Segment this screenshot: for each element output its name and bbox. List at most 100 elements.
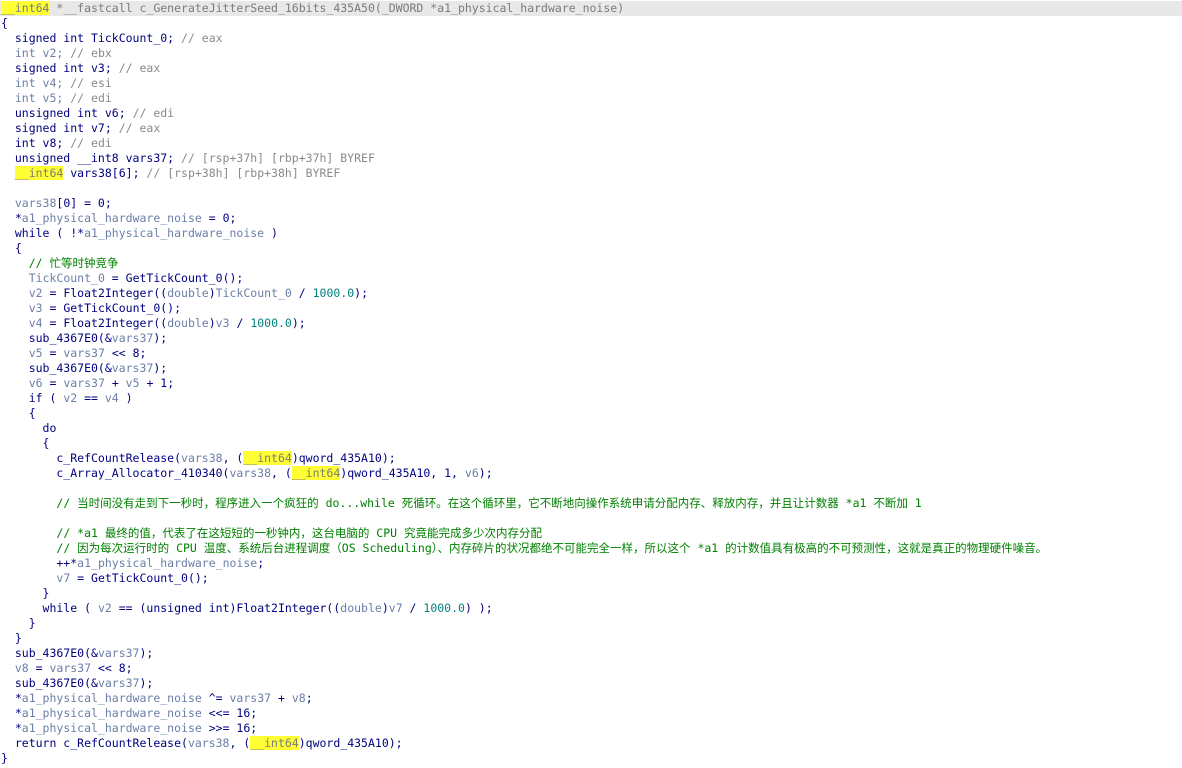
code-line[interactable]: int v8; // edi bbox=[0, 136, 1182, 151]
code-token: = 0; bbox=[201, 211, 237, 225]
code-token: = bbox=[28, 661, 50, 675]
code-line[interactable]: sub_4367E0(&vars37); bbox=[0, 331, 1182, 346]
code-token: , ( bbox=[229, 736, 251, 750]
code-line[interactable]: c_RefCountRelease(vars38, (__int64)qword… bbox=[0, 451, 1182, 466]
code-line[interactable]: { bbox=[0, 241, 1182, 256]
code-token: { bbox=[1, 406, 36, 420]
code-token: vars37 bbox=[97, 646, 140, 660]
code-line[interactable]: *a1_physical_hardware_noise ^= vars37 + … bbox=[0, 691, 1182, 706]
code-line[interactable]: ++*a1_physical_hardware_noise; bbox=[0, 556, 1182, 571]
code-line[interactable] bbox=[0, 481, 1182, 496]
code-token: vars37 bbox=[63, 346, 105, 360]
code-line[interactable]: TickCount_0 = GetTickCount_0(); bbox=[0, 271, 1182, 286]
code-line[interactable]: signed int v7; // eax bbox=[0, 121, 1182, 136]
code-line[interactable]: *a1_physical_hardware_noise <<= 16; bbox=[0, 706, 1182, 721]
code-line[interactable]: *a1_physical_hardware_noise >>= 16; bbox=[0, 721, 1182, 736]
code-token: TickCount_0 bbox=[215, 286, 292, 300]
code-token: v5 bbox=[28, 346, 43, 360]
code-line[interactable]: } bbox=[0, 616, 1182, 631]
code-token: ); bbox=[139, 646, 154, 660]
code-line[interactable]: vars38[0] = 0; bbox=[0, 196, 1182, 211]
code-token: v8 bbox=[14, 661, 29, 675]
code-line[interactable]: v5 = vars37 << 8; bbox=[0, 346, 1182, 361]
code-token: a1_physical_hardware_noise bbox=[84, 226, 265, 240]
code-line[interactable]: __int64 vars38[6]; // [rsp+38h] [rbp+38h… bbox=[0, 166, 1182, 181]
code-token: vars38 bbox=[229, 466, 272, 480]
code-line[interactable]: *a1_physical_hardware_noise = 0; bbox=[0, 211, 1182, 226]
code-token: / bbox=[229, 316, 251, 330]
code-line[interactable] bbox=[0, 181, 1182, 196]
code-token: ++* bbox=[1, 556, 78, 570]
code-token: // edi bbox=[132, 106, 175, 120]
code-line[interactable]: // *a1 最终的值，代表了在这短短的一秒钟内，这台电脑的 CPU 究竟能完成… bbox=[0, 526, 1182, 541]
code-token: *__fastcall c_GenerateJitterSeed_16bits_… bbox=[49, 1, 625, 15]
code-line[interactable]: while ( !*a1_physical_hardware_noise ) bbox=[0, 226, 1182, 241]
code-token: vars38[6]; bbox=[63, 166, 147, 180]
code-line[interactable]: int v5; // edi bbox=[0, 91, 1182, 106]
code-token: // [rsp+38h] [rbp+38h] BYREF bbox=[146, 166, 341, 180]
code-line[interactable]: // 当时间没有走到下一秒时，程序进入一个疯狂的 do...while 死循环。… bbox=[0, 496, 1182, 511]
code-line[interactable]: } bbox=[0, 631, 1182, 646]
code-line[interactable]: { bbox=[0, 406, 1182, 421]
code-line[interactable]: c_Array_Allocator_410340(vars38, (__int6… bbox=[0, 466, 1182, 481]
code-line[interactable]: unsigned int v6; // edi bbox=[0, 106, 1182, 121]
code-line[interactable]: v2 = Float2Integer((double)TickCount_0 /… bbox=[0, 286, 1182, 301]
code-token: unsigned __int8 vars37; bbox=[1, 151, 182, 165]
code-line[interactable]: { bbox=[0, 436, 1182, 451]
code-token: { bbox=[1, 436, 50, 450]
code-line[interactable]: sub_4367E0(&vars37); bbox=[0, 361, 1182, 376]
code-line[interactable]: signed int v3; // eax bbox=[0, 61, 1182, 76]
code-token: ) bbox=[118, 391, 133, 405]
code-line[interactable]: sub_4367E0(&vars37); bbox=[0, 646, 1182, 661]
code-line[interactable]: sub_4367E0(&vars37); bbox=[0, 676, 1182, 691]
code-line[interactable]: // 因为每次运行时的 CPU 温度、系统后台进程调度（OS Schedulin… bbox=[0, 541, 1182, 556]
code-token: { bbox=[1, 16, 8, 30]
code-token: v6 bbox=[28, 376, 43, 390]
code-token: __int64 bbox=[291, 466, 341, 480]
code-token: ); bbox=[354, 286, 369, 300]
code-line[interactable]: } bbox=[0, 751, 1182, 766]
code-token: c_Array_Allocator_410340( bbox=[1, 466, 230, 480]
code-token: v2 bbox=[97, 601, 112, 615]
code-token: * bbox=[1, 211, 22, 225]
code-line[interactable]: unsigned __int8 vars37; // [rsp+37h] [rb… bbox=[0, 151, 1182, 166]
code-token: { bbox=[1, 241, 22, 255]
code-token: while ( bbox=[1, 601, 98, 615]
code-line[interactable]: v4 = Float2Integer((double)v3 / 1000.0); bbox=[0, 316, 1182, 331]
code-line[interactable]: } bbox=[0, 586, 1182, 601]
code-token: __int64 bbox=[243, 451, 292, 465]
pseudocode-view[interactable]: __int64 *__fastcall c_GenerateJitterSeed… bbox=[0, 0, 1182, 768]
code-line[interactable]: // 忙等时钟竞争 bbox=[0, 256, 1182, 271]
code-line[interactable]: do bbox=[0, 421, 1182, 436]
code-token: , ( bbox=[271, 466, 292, 480]
code-token: a1_physical_hardware_noise bbox=[77, 556, 258, 570]
code-line[interactable]: v6 = vars37 + v5 + 1; bbox=[0, 376, 1182, 391]
code-token: == bbox=[77, 391, 105, 405]
code-line[interactable]: if ( v2 == v4 ) bbox=[0, 391, 1182, 406]
code-line[interactable]: signed int TickCount_0; // eax bbox=[0, 31, 1182, 46]
code-line[interactable]: { bbox=[0, 16, 1182, 31]
code-line[interactable]: int v4; // esi bbox=[0, 76, 1182, 91]
code-token: << 8; bbox=[91, 661, 133, 675]
code-token: ) bbox=[208, 286, 216, 300]
code-line[interactable]: v3 = GetTickCount_0(); bbox=[0, 301, 1182, 316]
code-line[interactable]: __int64 *__fastcall c_GenerateJitterSeed… bbox=[0, 1, 1182, 16]
code-token: while ( !* bbox=[1, 226, 85, 240]
code-token: + bbox=[104, 376, 126, 390]
code-line[interactable]: int v2; // ebx bbox=[0, 46, 1182, 61]
code-line[interactable]: while ( v2 == (unsigned int)Float2Intege… bbox=[0, 601, 1182, 616]
code-line[interactable]: v7 = GetTickCount_0(); bbox=[0, 571, 1182, 586]
code-line[interactable] bbox=[0, 511, 1182, 526]
code-line[interactable]: v8 = vars37 << 8; bbox=[0, 661, 1182, 676]
code-token: vars37 bbox=[229, 691, 272, 705]
code-token: vars37 bbox=[111, 331, 154, 345]
code-token: signed int v7; bbox=[1, 121, 119, 135]
code-token: int v8; bbox=[1, 136, 71, 150]
code-token: int v2; bbox=[1, 46, 71, 60]
code-line[interactable]: return c_RefCountRelease(vars38, (__int6… bbox=[0, 736, 1182, 751]
code-token: )qword_435A10); bbox=[291, 451, 396, 465]
